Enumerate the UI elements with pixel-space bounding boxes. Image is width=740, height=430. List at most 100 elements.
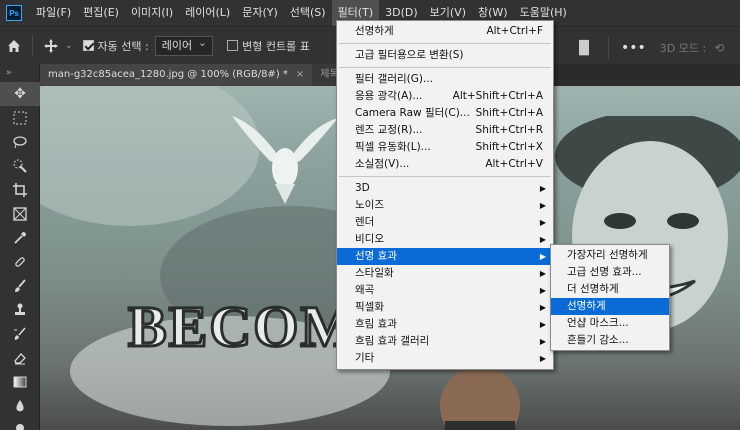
- dove-image: [232, 116, 338, 204]
- menu-item-label: 렌즈 교정(R)...: [355, 124, 423, 136]
- move-tool-icon[interactable]: ✥: [0, 82, 40, 106]
- auto-select-checkbox[interactable]: [82, 40, 94, 51]
- sharpen-menu-item[interactable]: 고급 선명 효과...: [551, 264, 669, 281]
- filter-menu-item[interactable]: 렌더 ▶: [337, 214, 553, 231]
- photoshop-logo[interactable]: Ps: [6, 5, 22, 21]
- tools-panel: » ✥: [0, 64, 40, 430]
- frame-tool-icon[interactable]: [0, 202, 40, 226]
- quick-selection-tool-icon[interactable]: [0, 154, 40, 178]
- menu-item[interactable]: 편집(E): [77, 0, 125, 26]
- 3d-orbit-icon[interactable]: ⟲: [714, 41, 724, 55]
- healing-brush-tool-icon[interactable]: [0, 250, 40, 274]
- filter-menu-item[interactable]: 응용 광각(A)... Alt+Shift+Ctrl+A: [337, 88, 553, 105]
- blur-tool-icon[interactable]: [0, 394, 40, 418]
- menu-item-shortcut: Alt+Ctrl+F: [486, 25, 543, 37]
- menu-item-label: 필터 갤러리(G)...: [355, 73, 433, 85]
- sharpen-menu-item[interactable]: 흔들기 감소...: [551, 332, 669, 349]
- filter-menu-item[interactable]: 왜곡 ▶: [337, 282, 553, 299]
- sharpen-submenu: 가장자리 선명하게고급 선명 효과... 더 선명하게선명하게언샵 마스크... 흔…: [550, 244, 670, 351]
- menu-item[interactable]: 파일(F): [30, 0, 77, 26]
- menu-item-label: 흐림 효과 갤러리: [355, 335, 430, 347]
- filter-menu-item[interactable]: 스타일화 ▶: [337, 265, 553, 282]
- menu-item-label: 비디오: [355, 233, 384, 245]
- submenu-arrow-icon: ▶: [539, 201, 546, 210]
- gradient-tool-icon[interactable]: [0, 370, 40, 394]
- submenu-arrow-icon: ▶: [539, 269, 546, 278]
- submenu-arrow-icon: ▶: [539, 303, 546, 312]
- filter-menu-item[interactable]: 노이즈 ▶: [337, 197, 553, 214]
- menu-separator: [339, 43, 551, 44]
- filter-menu-item[interactable]: 소실점(V)... Alt+Ctrl+V: [337, 156, 553, 173]
- sharpen-menu-item[interactable]: 가장자리 선명하게: [551, 247, 669, 264]
- menu-item[interactable]: 이미지(I): [125, 0, 179, 26]
- panel-collapse-icon[interactable]: »: [0, 64, 39, 82]
- menu-item-label: 3D: [355, 182, 370, 194]
- transform-controls-label: 변형 컨트롤 표: [242, 39, 310, 53]
- dodge-tool-icon[interactable]: [0, 418, 40, 430]
- menu-separator: [339, 176, 551, 177]
- more-options-icon[interactable]: •••: [621, 40, 646, 56]
- submenu-arrow-icon: ▶: [539, 320, 546, 329]
- separator: [32, 34, 33, 57]
- filter-dropdown-menu: 선명하게 Alt+Ctrl+F 고급 필터용으로 변환(S) 필터 갤러리(G)...…: [336, 20, 554, 370]
- menu-item[interactable]: 문자(Y): [236, 0, 284, 26]
- chevron-down-icon[interactable]: ⌄: [65, 41, 73, 51]
- filter-menu-item[interactable]: 고급 필터용으로 변환(S): [337, 47, 553, 64]
- separator: [608, 37, 609, 59]
- menu-item-shortcut: Shift+Ctrl+A: [475, 107, 543, 119]
- submenu-arrow-icon: ▶: [539, 252, 546, 261]
- clone-stamp-tool-icon[interactable]: [0, 298, 40, 322]
- align-icon[interactable]: ▐▌: [574, 41, 594, 56]
- move-tool-icon[interactable]: [37, 32, 65, 60]
- filter-menu-item[interactable]: 픽셀화 ▶: [337, 299, 553, 316]
- submenu-arrow-icon: ▶: [539, 184, 546, 193]
- tab-document-active[interactable]: man-g32c85acea_1280.jpg @ 100% (RGB/8#) …: [40, 64, 313, 86]
- home-icon[interactable]: [0, 32, 28, 60]
- menu-item-shortcut: Shift+Ctrl+R: [475, 124, 543, 136]
- menu-item-label: 선명 효과: [355, 250, 397, 262]
- filter-menu-item[interactable]: 선명하게 Alt+Ctrl+F: [337, 23, 553, 40]
- auto-select-dropdown[interactable]: 레이어: [154, 34, 214, 56]
- filter-menu-item[interactable]: 비디오 ▶: [337, 231, 553, 248]
- transform-controls-checkbox[interactable]: [227, 40, 239, 51]
- history-brush-tool-icon[interactable]: [0, 322, 40, 346]
- menu-item-label: 렌더: [355, 216, 375, 228]
- eyedropper-tool-icon[interactable]: [0, 226, 40, 250]
- menu-item-label: 픽셀 유동화(L)...: [355, 141, 431, 153]
- marquee-tool-icon[interactable]: [0, 106, 40, 130]
- brush-tool-icon[interactable]: [0, 274, 40, 298]
- close-icon[interactable]: ×: [296, 64, 304, 86]
- filter-menu-item[interactable]: 필터 갤러리(G)...: [337, 71, 553, 88]
- filter-menu-item[interactable]: 흐림 효과 갤러리 ▶: [337, 333, 553, 350]
- menu-item-label: 가장자리 선명하게: [567, 249, 648, 261]
- filter-menu-item[interactable]: 선명 효과 ▶: [337, 248, 553, 265]
- mural-background: [40, 86, 260, 226]
- menu-item-label: 고급 필터용으로 변환(S): [355, 49, 464, 61]
- menu-item-shortcut: Alt+Shift+Ctrl+A: [452, 90, 543, 102]
- filter-menu-item[interactable]: 픽셀 유동화(L)... Shift+Ctrl+X: [337, 139, 553, 156]
- menu-item[interactable]: 선택(S): [284, 0, 332, 26]
- 3d-mode-label: 3D 모드 :: [659, 42, 707, 55]
- filter-menu-item[interactable]: 기타 ▶: [337, 350, 553, 367]
- lasso-tool-icon[interactable]: [0, 130, 40, 154]
- submenu-arrow-icon: ▶: [539, 354, 546, 363]
- menu-item-shortcut: Alt+Ctrl+V: [485, 158, 543, 170]
- person-image: [440, 366, 520, 430]
- submenu-arrow-icon: ▶: [539, 337, 546, 346]
- menu-item-label: 기타: [355, 352, 375, 364]
- eraser-tool-icon[interactable]: [0, 346, 40, 370]
- filter-menu-item[interactable]: 렌즈 교정(R)... Shift+Ctrl+R: [337, 122, 553, 139]
- menu-item-label: 고급 선명 효과...: [567, 266, 642, 278]
- menu-item-label: 더 선명하게: [567, 283, 619, 295]
- sharpen-menu-item[interactable]: 언샵 마스크...: [551, 315, 669, 332]
- sharpen-menu-item[interactable]: 더 선명하게: [551, 281, 669, 298]
- menu-item-label: Camera Raw 필터(C)...: [355, 107, 470, 119]
- menu-item-label: 흐림 효과: [355, 318, 397, 330]
- filter-menu-item[interactable]: 흐림 효과 ▶: [337, 316, 553, 333]
- crop-tool-icon[interactable]: [0, 178, 40, 202]
- menu-item[interactable]: 레이어(L): [179, 0, 236, 26]
- menu-item-label: 선명하게: [567, 300, 606, 312]
- filter-menu-item[interactable]: 3D ▶: [337, 180, 553, 197]
- filter-menu-item[interactable]: Camera Raw 필터(C)... Shift+Ctrl+A: [337, 105, 553, 122]
- sharpen-menu-item[interactable]: 선명하게: [551, 298, 669, 315]
